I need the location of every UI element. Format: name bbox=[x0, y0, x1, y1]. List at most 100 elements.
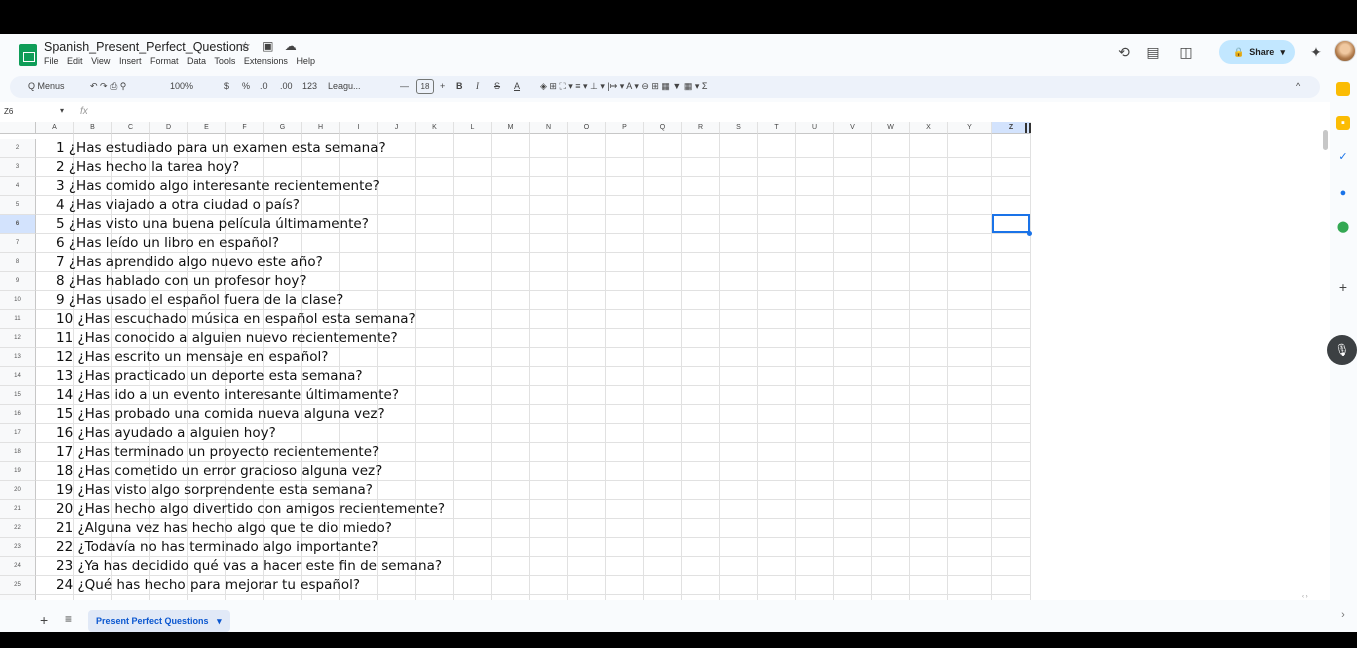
spreadsheet-grid[interactable]: ABCDEFGHIJKLMNOPQRSTUVWXYZ21 ¿Has estudi… bbox=[0, 122, 1330, 600]
row-header-22[interactable]: 22 bbox=[0, 519, 36, 538]
row-header-18[interactable]: 18 bbox=[0, 443, 36, 462]
row-header-9[interactable]: 9 bbox=[0, 272, 36, 291]
cell-question-row-22[interactable]: 21 ¿Alguna vez has hecho algo que te dio… bbox=[56, 519, 392, 538]
meet-icon[interactable]: ◫ bbox=[1178, 44, 1194, 60]
document-title[interactable]: Spanish_Present_Perfect_Questions bbox=[44, 40, 249, 54]
column-header-e[interactable]: E bbox=[188, 122, 226, 134]
column-header-b[interactable]: B bbox=[74, 122, 112, 134]
sheet-tab-menu-icon[interactable]: ▾ bbox=[217, 616, 222, 626]
comments-icon[interactable]: ▤ bbox=[1145, 44, 1161, 60]
row-header-25[interactable]: 25 bbox=[0, 576, 36, 595]
version-history-icon[interactable]: ⟲ bbox=[1116, 44, 1132, 60]
select-all-corner[interactable] bbox=[0, 122, 36, 134]
vertical-scrollbar[interactable] bbox=[1323, 130, 1328, 150]
row-header-13[interactable]: 13 bbox=[0, 348, 36, 367]
cell-question-row-14[interactable]: 13 ¿Has practicado un deporte esta seman… bbox=[56, 367, 363, 386]
avatar[interactable] bbox=[1334, 40, 1356, 62]
cell-question-row-5[interactable]: 4 ¿Has viajado a otra ciudad o país? bbox=[56, 196, 300, 215]
font-size-decrease[interactable]: — bbox=[400, 81, 409, 91]
column-header-r[interactable]: R bbox=[682, 122, 720, 134]
cell-question-row-9[interactable]: 8 ¿Has hablado con un profesor hoy? bbox=[56, 272, 307, 291]
column-header-w[interactable]: W bbox=[872, 122, 910, 134]
maps-icon[interactable]: ⬤ bbox=[1336, 220, 1350, 234]
row-header-21[interactable]: 21 bbox=[0, 500, 36, 519]
column-header-c[interactable]: C bbox=[112, 122, 150, 134]
contacts-icon[interactable]: ● bbox=[1336, 186, 1350, 200]
cell-question-row-12[interactable]: 11 ¿Has conocido a alguien nuevo recient… bbox=[56, 329, 398, 348]
calendar-icon[interactable] bbox=[1336, 82, 1350, 96]
sheets-logo-icon[interactable] bbox=[19, 44, 37, 66]
row-header-partial[interactable] bbox=[0, 595, 36, 600]
cell-question-row-8[interactable]: 7 ¿Has aprendido algo nuevo este año? bbox=[56, 253, 323, 272]
column-header-y[interactable]: Y bbox=[948, 122, 992, 134]
row-header-16[interactable]: 16 bbox=[0, 405, 36, 424]
row-header-23[interactable]: 23 bbox=[0, 538, 36, 557]
cell-question-row-13[interactable]: 12 ¿Has escrito un mensaje en español? bbox=[56, 348, 328, 367]
decrease-decimal-button[interactable]: .0 bbox=[260, 81, 268, 91]
gemini-icon[interactable]: ✦ bbox=[1308, 44, 1324, 60]
column-header-h[interactable]: H bbox=[302, 122, 340, 134]
cell-question-row-15[interactable]: 14 ¿Has ido a un evento interesante últi… bbox=[56, 386, 399, 405]
column-header-q[interactable]: Q bbox=[644, 122, 682, 134]
row-header-5[interactable]: 5 bbox=[0, 196, 36, 215]
row-header-2[interactable]: 2 bbox=[0, 139, 36, 158]
increase-decimal-button[interactable]: .00 bbox=[280, 81, 293, 91]
menu-extensions[interactable]: Extensions bbox=[244, 56, 288, 66]
column-header-o[interactable]: O bbox=[568, 122, 606, 134]
column-header-v[interactable]: V bbox=[834, 122, 872, 134]
name-box-dropdown-icon[interactable]: ▾ bbox=[60, 106, 64, 115]
cell-question-row-4[interactable]: 3 ¿Has comido algo interesante recientem… bbox=[56, 177, 380, 196]
cell-question-row-10[interactable]: 9 ¿Has usado el español fuera de la clas… bbox=[56, 291, 343, 310]
menu-edit[interactable]: Edit bbox=[67, 56, 83, 66]
column-header-s[interactable]: S bbox=[720, 122, 758, 134]
undo-redo-print-paint-icons[interactable]: ↶ ↷ ⎙ ⚲ bbox=[90, 81, 126, 92]
menus-search[interactable]: Q Menus bbox=[28, 81, 65, 91]
column-header-j[interactable]: J bbox=[378, 122, 416, 134]
tasks-icon[interactable]: ✓ bbox=[1336, 150, 1350, 164]
cell-question-row-3[interactable]: 2 ¿Has hecho la tarea hoy? bbox=[56, 158, 239, 177]
sheet-tab-present-perfect[interactable]: Present Perfect Questions ▾ bbox=[88, 610, 230, 632]
menu-help[interactable]: Help bbox=[296, 56, 315, 66]
collapse-toolbar-icon[interactable]: ^ bbox=[1296, 81, 1300, 91]
cell-question-row-23[interactable]: 22 ¿Todavía no has terminado algo import… bbox=[56, 538, 378, 557]
row-header-15[interactable]: 15 bbox=[0, 386, 36, 405]
all-sheets-button[interactable]: ≡ bbox=[65, 612, 72, 626]
cell-question-row-17[interactable]: 16 ¿Has ayudado a alguien hoy? bbox=[56, 424, 276, 443]
cell-question-row-25[interactable]: 24 ¿Qué has hecho para mejorar tu españo… bbox=[56, 576, 360, 595]
fill-handle-icon[interactable] bbox=[1027, 231, 1032, 236]
column-header-x[interactable]: X bbox=[910, 122, 948, 134]
collapse-panel-icon[interactable]: › bbox=[1336, 608, 1350, 622]
row-header-19[interactable]: 19 bbox=[0, 462, 36, 481]
cell-question-row-2[interactable]: 1 ¿Has estudiado para un examen esta sem… bbox=[56, 139, 386, 158]
row-header-6[interactable]: 6 bbox=[0, 215, 36, 234]
name-box[interactable]: Z6 bbox=[4, 107, 13, 116]
column-header-p[interactable]: P bbox=[606, 122, 644, 134]
cell-question-row-21[interactable]: 20 ¿Has hecho algo divertido con amigos … bbox=[56, 500, 445, 519]
cell-question-row-18[interactable]: 17 ¿Has terminado un proyecto recienteme… bbox=[56, 443, 379, 462]
column-header-l[interactable]: L bbox=[454, 122, 492, 134]
column-header-d[interactable]: D bbox=[150, 122, 188, 134]
menu-tools[interactable]: Tools bbox=[214, 56, 235, 66]
chevron-down-icon[interactable]: ▾ bbox=[1280, 40, 1285, 64]
add-sheet-button[interactable]: + bbox=[40, 612, 48, 628]
font-size-input[interactable]: 18 bbox=[416, 79, 434, 94]
cell-question-row-6[interactable]: 5 ¿Has visto una buena película últimame… bbox=[56, 215, 369, 234]
zoom-select[interactable]: 100% bbox=[170, 81, 193, 91]
row-header-11[interactable]: 11 bbox=[0, 310, 36, 329]
row-header-20[interactable]: 20 bbox=[0, 481, 36, 500]
row-header-24[interactable]: 24 bbox=[0, 557, 36, 576]
percent-button[interactable]: % bbox=[242, 81, 250, 91]
menu-format[interactable]: Format bbox=[150, 56, 179, 66]
voice-input-icon[interactable]: 🎙 bbox=[1327, 335, 1357, 365]
menu-data[interactable]: Data bbox=[187, 56, 206, 66]
italic-button[interactable]: I bbox=[476, 81, 479, 91]
row-header-14[interactable]: 14 bbox=[0, 367, 36, 386]
column-header-u[interactable]: U bbox=[796, 122, 834, 134]
cell-question-row-20[interactable]: 19 ¿Has visto algo sorprendente esta sem… bbox=[56, 481, 373, 500]
column-header-m[interactable]: M bbox=[492, 122, 530, 134]
cell-question-row-11[interactable]: 10 ¿Has escuchado música en español esta… bbox=[56, 310, 416, 329]
column-header-i[interactable]: I bbox=[340, 122, 378, 134]
number-format-button[interactable]: 123 bbox=[302, 81, 317, 91]
formatting-tools-group[interactable]: ◈ ⊞ ⛶ ▾ ≡ ▾ ⊥ ▾ |↦ ▾ A ▾ ⊖ ⊞ ▦ ▼ ▦ ▾ Σ bbox=[540, 81, 707, 92]
cell-question-row-7[interactable]: 6 ¿Has leído un libro en español? bbox=[56, 234, 279, 253]
